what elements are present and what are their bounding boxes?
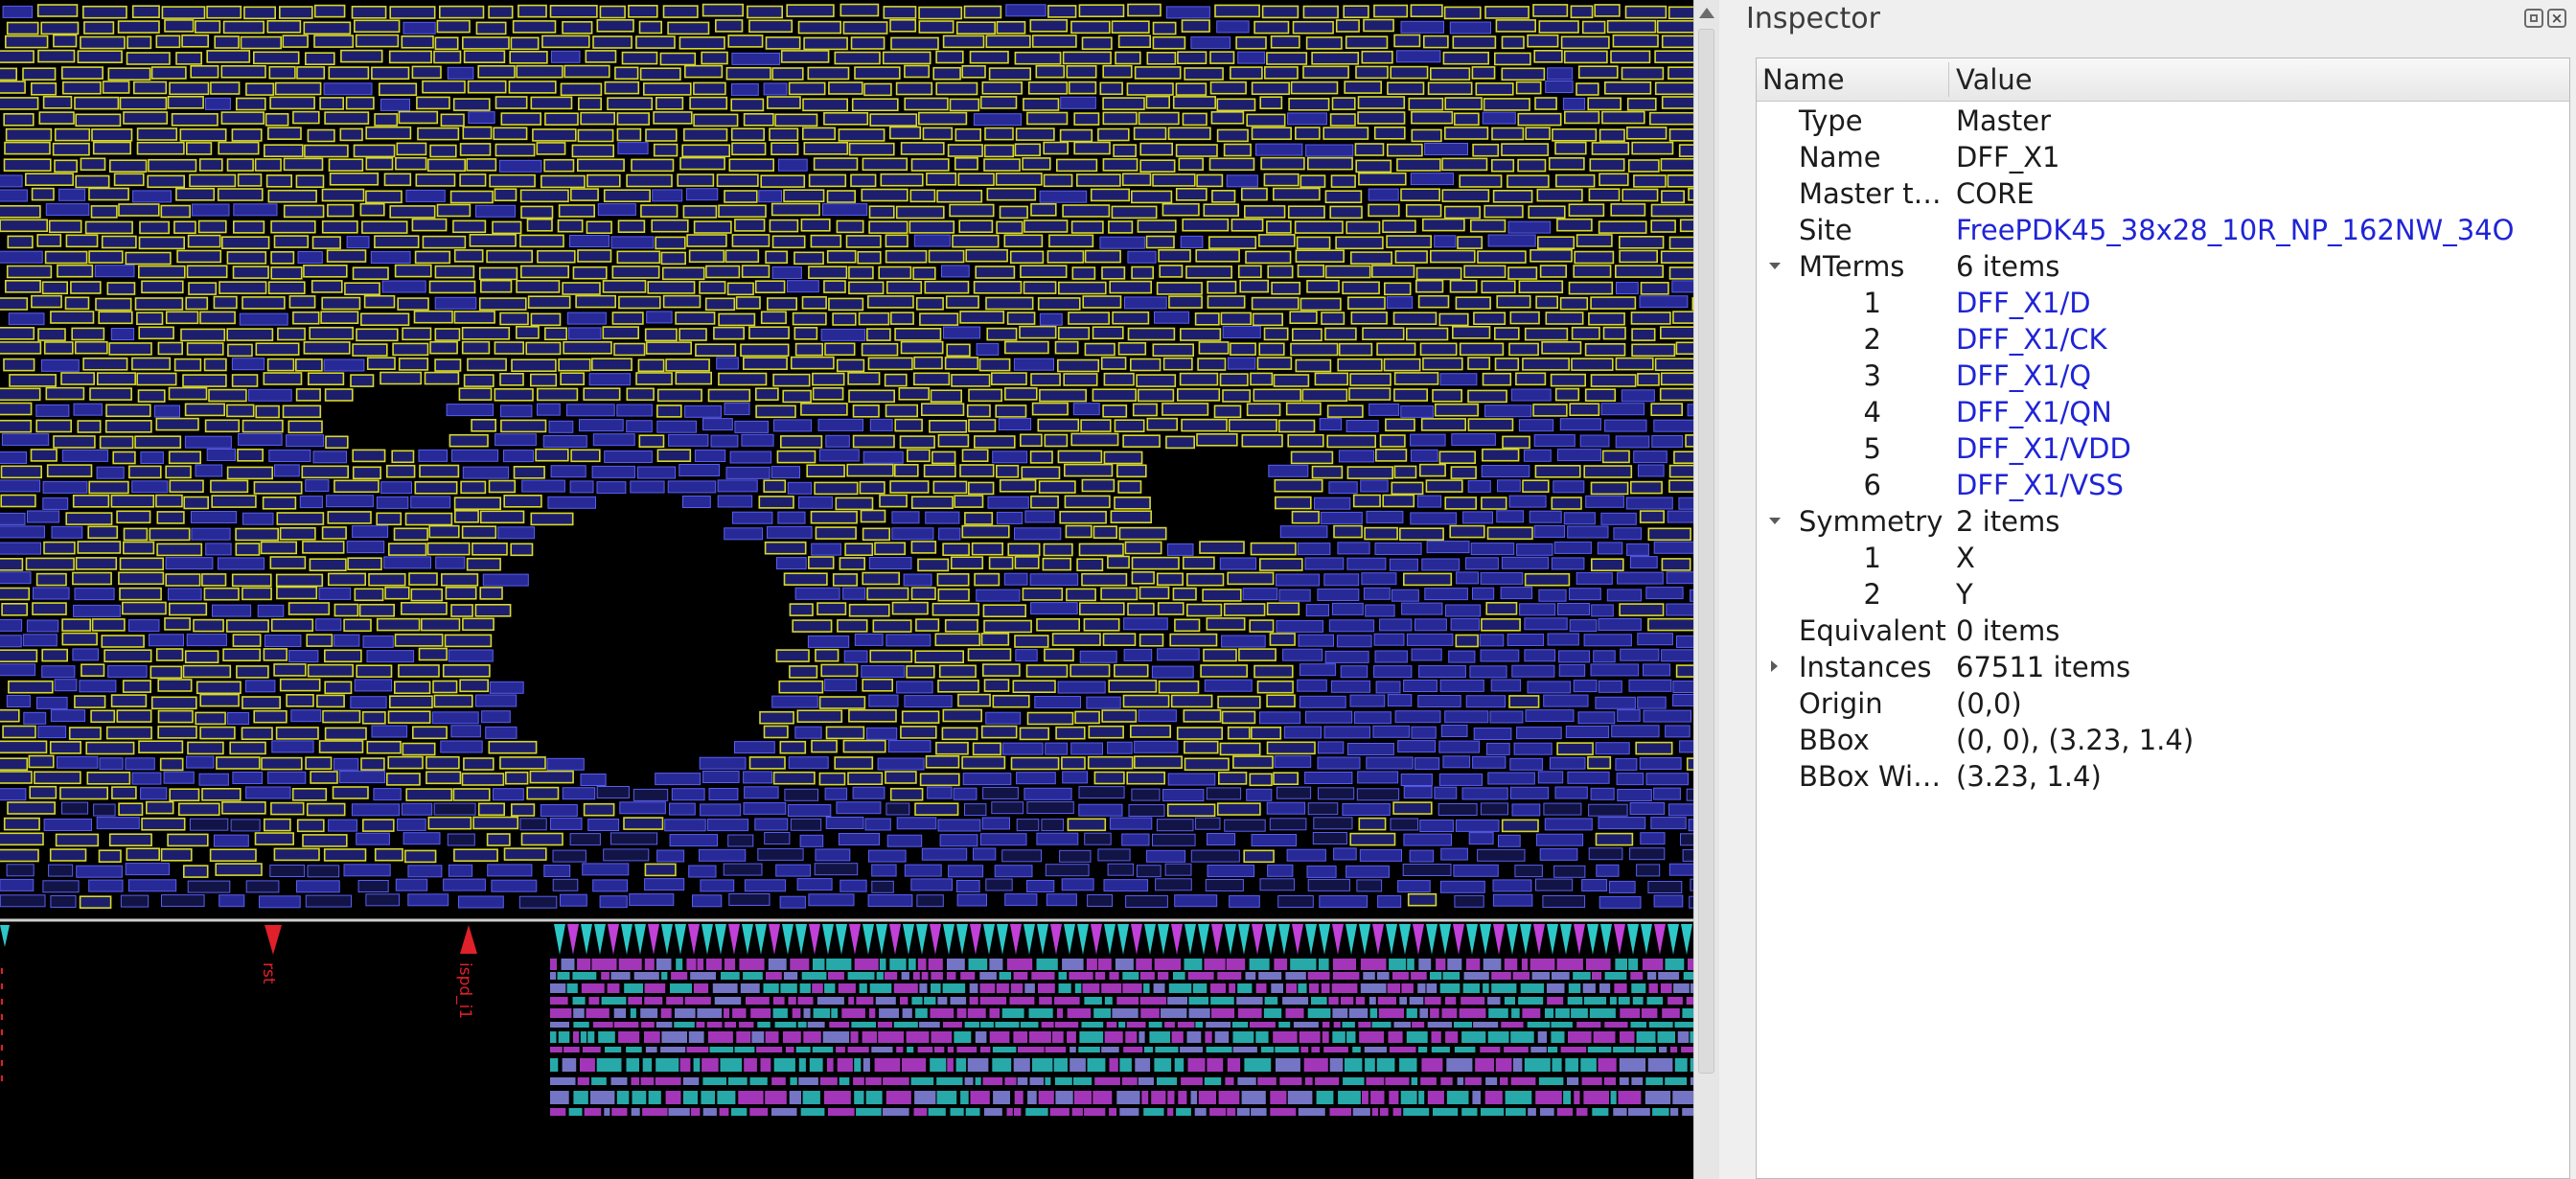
property-name: MTerms: [1799, 250, 1905, 283]
property-value: 67511 items: [1956, 651, 2131, 683]
pin-marker-left-edge: [0, 925, 10, 1083]
property-value: 0 items: [1956, 614, 2060, 647]
tree-row-site[interactable]: Site FreePDK45_38x28_10R_NP_162NW_34O: [1757, 212, 2569, 248]
property-name: 4: [1863, 396, 1881, 428]
collapse-arrow-icon[interactable]: [1769, 263, 1781, 269]
column-header-value[interactable]: Value: [1956, 58, 2033, 101]
column-divider[interactable]: [1948, 62, 1949, 97]
property-name: Instances: [1799, 651, 1932, 683]
property-value: (3.23, 1.4): [1956, 760, 2102, 793]
property-value-link[interactable]: FreePDK45_38x28_10R_NP_162NW_34O: [1956, 212, 2514, 248]
dock-splitter[interactable]: [1719, 0, 1727, 1179]
tree-row-instances[interactable]: Instances 67511 items: [1757, 649, 2569, 685]
tree-child-6[interactable]: 6 DFF_X1/VSS: [1757, 467, 2569, 503]
io-rows-layer: [550, 924, 1693, 1116]
property-value-link[interactable]: DFF_X1/QN: [1956, 394, 2112, 430]
pin-marker-rst[interactable]: rst: [259, 925, 282, 984]
property-name: BBox Wi…: [1799, 760, 1942, 793]
scroll-thumb[interactable]: [1698, 29, 1714, 1074]
property-name: 2: [1863, 578, 1881, 611]
tree-child-1[interactable]: 1X: [1757, 540, 2569, 576]
tree-row-bbox-wi[interactable]: BBox Wi… (3.23, 1.4): [1757, 758, 2569, 795]
inspector-title: Inspector: [1746, 2, 1880, 35]
property-name: Name: [1799, 141, 1881, 173]
expand-arrow-icon[interactable]: [1771, 660, 1778, 672]
property-value: Master: [1956, 104, 2052, 137]
tree-row-bbox[interactable]: BBox (0, 0), (3.23, 1.4): [1757, 722, 2569, 758]
tree-row-equivalent[interactable]: Equivalent 0 items: [1757, 613, 2569, 649]
property-name: BBox: [1799, 724, 1870, 756]
tree-child-2[interactable]: 2 DFF_X1/CK: [1757, 321, 2569, 358]
property-value: 6 items: [1956, 250, 2060, 283]
layout-viewer[interactable]: rst ispd_i1: [0, 0, 1693, 1179]
property-name: Symmetry: [1799, 505, 1944, 538]
float-icon[interactable]: [2524, 9, 2543, 28]
property-name: 1: [1863, 542, 1881, 574]
property-value-link[interactable]: DFF_X1/D: [1956, 285, 2091, 321]
inspector-tree[interactable]: Name Value Type Master Name DFF_X1 Master t……: [1756, 58, 2570, 1179]
column-header-name[interactable]: Name: [1762, 58, 1845, 101]
property-value: 2 items: [1956, 505, 2060, 538]
tree-child-1[interactable]: 1 DFF_X1/D: [1757, 285, 2569, 321]
tree-row-origin[interactable]: Origin (0,0): [1757, 685, 2569, 722]
placed-cells-layer: [0, 3, 1693, 910]
property-name: 5: [1863, 432, 1881, 465]
tree-row-master-t[interactable]: Master t… CORE: [1757, 175, 2569, 212]
pin-label-rst: rst: [259, 962, 278, 984]
inspector-dock: Inspector × Name Value Type Master Name DFF…: [1727, 0, 2576, 1179]
property-name: Site: [1799, 214, 1852, 246]
property-name: Master t…: [1799, 177, 1942, 210]
tree-row-mterms[interactable]: MTerms 6 items: [1757, 248, 2569, 285]
property-name: 3: [1863, 359, 1881, 392]
collapse-arrow-icon[interactable]: [1769, 518, 1781, 524]
tree-header: Name Value: [1757, 58, 2569, 102]
layout-canvas[interactable]: rst ispd_i1: [0, 0, 1693, 1179]
property-value-link[interactable]: DFF_X1/VDD: [1956, 430, 2131, 467]
property-value: Y: [1956, 578, 1973, 611]
close-icon[interactable]: ×: [2547, 9, 2566, 28]
property-name: 2: [1863, 323, 1881, 356]
tree-row-symmetry[interactable]: Symmetry 2 items: [1757, 503, 2569, 540]
tree-child-2[interactable]: 2Y: [1757, 576, 2569, 613]
property-value-link[interactable]: DFF_X1/CK: [1956, 321, 2107, 358]
property-name: 1: [1863, 287, 1881, 319]
property-name: Origin: [1799, 687, 1883, 720]
property-value-link[interactable]: DFF_X1/Q: [1956, 358, 2091, 394]
property-value: X: [1956, 542, 1975, 574]
property-name: 6: [1863, 469, 1881, 501]
layout-vertical-scrollbar[interactable]: [1693, 0, 1719, 1179]
tree-child-3[interactable]: 3 DFF_X1/Q: [1757, 358, 2569, 394]
property-value: (0,0): [1956, 687, 2022, 720]
tree-child-5[interactable]: 5 DFF_X1/VDD: [1757, 430, 2569, 467]
scroll-up-arrow-icon[interactable]: [1699, 8, 1714, 18]
property-value: (0, 0), (3.23, 1.4): [1956, 724, 2195, 756]
tree-child-4[interactable]: 4 DFF_X1/QN: [1757, 394, 2569, 430]
tree-row-name[interactable]: Name DFF_X1: [1757, 139, 2569, 175]
tree-row-type[interactable]: Type Master: [1757, 103, 2569, 139]
property-value: CORE: [1956, 177, 2035, 210]
pin-label-ispd-i1: ispd_i1: [455, 962, 474, 1019]
property-value-link[interactable]: DFF_X1/VSS: [1956, 467, 2124, 503]
property-name: Type: [1799, 104, 1863, 137]
pin-marker-ispd-i1[interactable]: ispd_i1: [455, 925, 477, 1019]
property-name: Equivalent: [1799, 614, 1946, 647]
property-value: DFF_X1: [1956, 141, 2060, 173]
